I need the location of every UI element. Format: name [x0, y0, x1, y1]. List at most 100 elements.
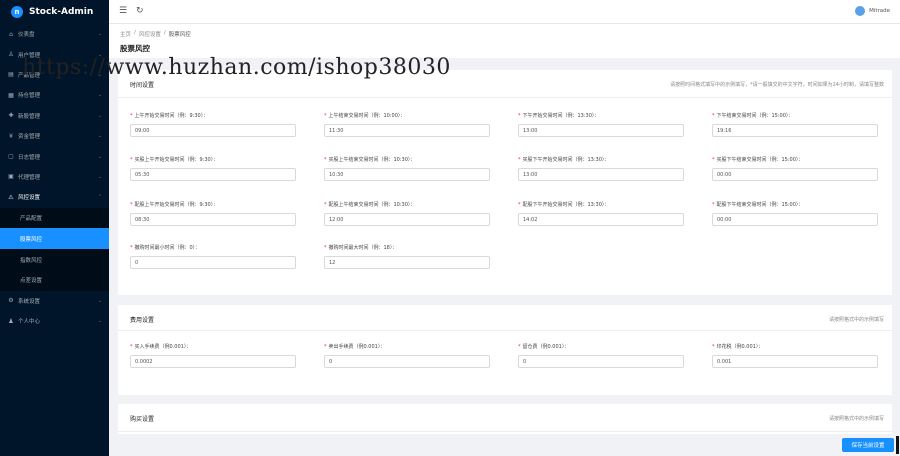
- sidebar-item-label: 持仓管理: [18, 93, 41, 100]
- sidebar-item-label: 风控设置: [18, 195, 41, 202]
- page-title: 股票风控: [120, 44, 150, 53]
- card-title: 购买设置: [130, 416, 155, 423]
- app-logo[interactable]: n Stock-Admin: [0, 0, 109, 24]
- money-icon: ¥: [9, 132, 13, 140]
- field-input[interactable]: 11:30: [324, 124, 490, 137]
- field-label: * 下午结束交易时间（例：15:00）：: [712, 112, 878, 119]
- field-label: * 上午开始交易时间（例：9:30）：: [130, 112, 296, 119]
- sidebar-item-dashboard[interactable]: ⌂ 仪表盘 ⌄: [0, 24, 109, 44]
- chevron-down-icon: ⌄: [97, 173, 102, 180]
- sidebar-item-funds[interactable]: ¥ 资金管理 ⌄: [0, 126, 109, 146]
- required-mark: *: [712, 344, 715, 350]
- field-input[interactable]: 0.001: [712, 355, 878, 368]
- buy-settings-card: 购买设置 请按照格式中的示例填写: [118, 404, 892, 434]
- breadcrumb-home[interactable]: 主页: [120, 30, 131, 38]
- field-label-text: 上午开始交易时间（例：9:30）：: [134, 113, 209, 119]
- form-field: * 下午开始交易时间（例：13:30）： 13:00: [518, 112, 684, 137]
- field-input[interactable]: 0: [518, 355, 684, 368]
- field-input[interactable]: 08:30: [130, 213, 296, 226]
- field-input[interactable]: 14:02: [518, 213, 684, 226]
- log-icon: ▢: [8, 153, 14, 161]
- breadcrumb: 主页 / 风控设置 / 股票风控: [120, 30, 191, 38]
- form-field: * 买股下午开始交易时间（例：13:30）： 13:00: [518, 156, 684, 181]
- field-input[interactable]: 05:30: [130, 168, 296, 181]
- field-input[interactable]: 13:00: [518, 124, 684, 137]
- field-label: * 卖出手续费（例0.001）：: [324, 343, 490, 350]
- required-mark: *: [324, 344, 327, 350]
- form-field: * 买股上午结束交易时间（例：10:30）： 10:30: [324, 156, 490, 181]
- field-label-text: 配股上午开始交易时间（例：9:30）：: [134, 202, 219, 208]
- field-label-text: 买入手续费（例0.001）：: [134, 344, 192, 350]
- field-label: * 撤购时间最大时间（例：18）：: [324, 244, 490, 251]
- field-label-text: 下午开始交易时间（例：13:30）：: [522, 113, 600, 119]
- form-field: * 撤购时间最小时间（例：0）： 0: [130, 244, 296, 269]
- required-mark: *: [712, 202, 715, 208]
- field-input[interactable]: 09:00: [130, 124, 296, 137]
- breadcrumb-separator: /: [134, 30, 136, 36]
- required-mark: *: [518, 157, 521, 163]
- card-tip: 请按照时间格式填写中的示例填写，*请一般填交的中文字符，时间如果为24小时制，请…: [670, 82, 884, 88]
- form-field: * 买入手续费（例0.001）： 0.0002: [130, 343, 296, 368]
- submenu-item-stock-risk[interactable]: 股票风控: [0, 228, 109, 250]
- field-input[interactable]: 0.0002: [130, 355, 296, 368]
- field-label: * 买股下午开始交易时间（例：13:30）：: [518, 156, 684, 163]
- field-input[interactable]: 10:30: [324, 168, 490, 181]
- refresh-icon[interactable]: ↻: [136, 6, 144, 16]
- page-header: 主页 / 风控设置 / 股票风控 股票风控: [109, 24, 900, 58]
- submenu-item-spread[interactable]: 点差设置: [0, 270, 109, 291]
- app-name: Stock-Admin: [29, 7, 94, 17]
- sidebar-group-risk[interactable]: ⚠ 风控设置 ⌃: [0, 187, 109, 207]
- required-mark: *: [130, 344, 133, 350]
- sidebar-item-profile[interactable]: ♟ 个人中心 ⌄: [0, 311, 109, 331]
- form-field: * 配股上午开始交易时间（例：9:30）： 08:30: [130, 201, 296, 226]
- field-label-text: 留仓费（例0.001）：: [522, 344, 570, 350]
- breadcrumb-risk[interactable]: 风控设置: [139, 30, 161, 38]
- field-label-text: 买股下午开始交易时间（例：13:30）：: [522, 157, 610, 163]
- risk-submenu: 产品配置 股票风控 指数风控 点差设置: [0, 207, 109, 291]
- field-label: * 买股上午结束交易时间（例：10:30）：: [324, 156, 490, 163]
- sidebar-item-label: 代理管理: [18, 174, 41, 181]
- form-field: * 上午结束交易时间（例：10:00）： 11:30: [324, 112, 490, 137]
- chevron-down-icon: ⌄: [97, 92, 102, 99]
- field-input[interactable]: 19:16: [712, 124, 878, 137]
- field-input[interactable]: 00:00: [712, 213, 878, 226]
- required-mark: *: [518, 202, 521, 208]
- field-label: * 撤购时间最小时间（例：0）：: [130, 244, 296, 251]
- watermark-text: https://www.huzhan.com/ishop38030: [22, 55, 451, 80]
- field-label-text: 下午结束交易时间（例：15:00）：: [716, 113, 794, 119]
- field-label-text: 买股下午结束交易时间（例：15:00）：: [716, 157, 804, 163]
- sidebar-item-label: 日志管理: [18, 154, 41, 161]
- menu-fold-icon[interactable]: ☰: [119, 6, 127, 16]
- form-field: * 印花税（例0.001）： 0.001: [712, 343, 878, 368]
- submenu-item-index-risk[interactable]: 指数风控: [0, 249, 109, 270]
- field-label-text: 配股下午结束交易时间（例：15:00）：: [716, 202, 804, 208]
- sidebar-item-agents[interactable]: ▣ 代理管理 ⌄: [0, 167, 109, 187]
- sidebar-item-system[interactable]: ⚙ 系统设置 ⌄: [0, 291, 109, 311]
- required-mark: *: [518, 344, 521, 350]
- field-input[interactable]: 12: [324, 256, 490, 269]
- chevron-down-icon: ⌄: [97, 112, 102, 119]
- field-input[interactable]: 00:00: [712, 168, 878, 181]
- breadcrumb-current: 股票风控: [168, 32, 191, 38]
- field-label-text: 买股上午开始交易时间（例：9:30）：: [134, 157, 219, 163]
- field-input[interactable]: 12:00: [324, 213, 490, 226]
- sidebar-item-ipo[interactable]: ✚ 新股管理 ⌄: [0, 106, 109, 126]
- field-input[interactable]: 0: [324, 355, 490, 368]
- field-label: * 配股下午结束交易时间（例：15:00）：: [712, 201, 878, 208]
- required-mark: *: [130, 113, 133, 119]
- field-input[interactable]: 13:00: [518, 168, 684, 181]
- field-input[interactable]: 0: [130, 256, 296, 269]
- required-mark: *: [130, 245, 133, 251]
- chevron-down-icon: ⌄: [97, 31, 102, 38]
- submenu-item-product-config[interactable]: 产品配置: [0, 208, 109, 229]
- field-label-text: 撤购时间最小时间（例：0）：: [134, 245, 201, 251]
- card-tip: 请按照格式中的示例填写: [828, 317, 884, 323]
- save-settings-button[interactable]: 保存当前设置: [842, 438, 894, 452]
- sidebar-item-positions[interactable]: ▦ 持仓管理 ⌄: [0, 85, 109, 105]
- chevron-down-icon: ⌄: [97, 153, 102, 160]
- agent-icon: ▣: [8, 173, 14, 181]
- sidebar-item-logs[interactable]: ▢ 日志管理 ⌄: [0, 146, 109, 166]
- breadcrumb-separator: /: [163, 30, 166, 36]
- required-mark: *: [712, 157, 715, 163]
- user-menu[interactable]: Mitrade: [855, 6, 890, 16]
